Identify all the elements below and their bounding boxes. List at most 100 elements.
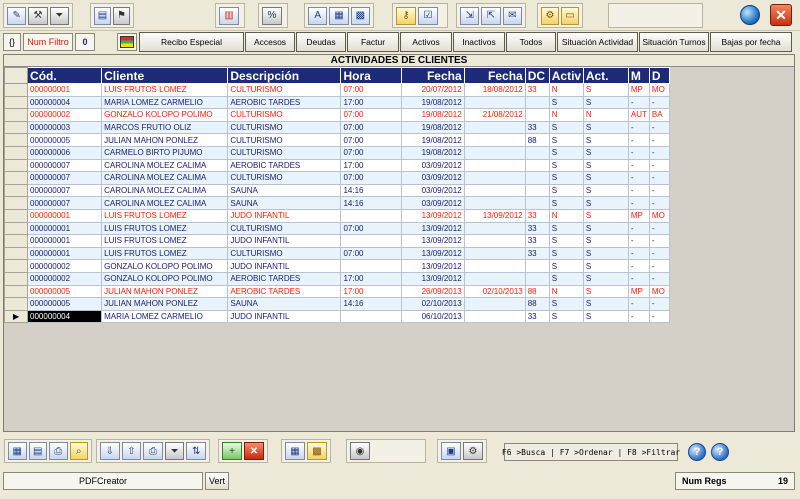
cell-act[interactable]: S <box>582 297 629 311</box>
notes-icon[interactable]: ▭ <box>561 6 579 25</box>
cell-m[interactable]: - <box>627 221 650 236</box>
cell-activ[interactable]: S <box>548 221 584 236</box>
cell-m[interactable]: - <box>627 158 650 173</box>
cell-hora[interactable] <box>340 208 402 223</box>
calendar-icon[interactable]: ▩ <box>350 6 370 25</box>
cell-act[interactable]: S <box>582 221 629 236</box>
cell-m[interactable]: AUT <box>627 108 650 122</box>
cell-descripcion[interactable]: CULTURISMO <box>227 108 342 122</box>
cell-dc[interactable]: 33 <box>524 246 550 261</box>
cell-descripcion[interactable]: CULTURISMO <box>227 83 342 97</box>
table-row[interactable]: 000000001 LUIS FRUTOS LOMEZ JUDO INFANTIL 1… <box>4 234 671 248</box>
cell-descripcion[interactable]: AEROBIC TARDES <box>227 158 342 173</box>
close-icon[interactable]: ✕ <box>770 4 792 26</box>
cell-d[interactable]: - <box>648 145 671 160</box>
cell-dc[interactable] <box>524 171 550 185</box>
cell-descripcion[interactable]: CULTURISMO <box>227 145 342 160</box>
cell-activ[interactable]: S <box>548 120 584 135</box>
cell-cod[interactable]: 000000002 <box>27 259 103 273</box>
situacion-actividad-button[interactable]: Situación Actividad <box>557 32 638 52</box>
table-row[interactable]: 000000005 JULIAN MAHON PONLEZ CULTURISMO 07… <box>4 133 671 147</box>
row-indicator[interactable] <box>4 297 29 311</box>
cell-dc[interactable]: 33 <box>524 120 550 135</box>
row-indicator[interactable] <box>4 145 29 160</box>
table-row[interactable]: 000000002 GONZALO KOLOPO POLIMO AEROBIC TA… <box>4 271 671 286</box>
cell-d[interactable]: - <box>648 271 671 286</box>
cell-m[interactable]: - <box>627 271 650 286</box>
situacion-turnos-button[interactable]: Situación Turnos <box>639 32 709 52</box>
cell-fecha[interactable]: 06/10/2013 <box>400 309 465 324</box>
cell-act[interactable]: S <box>582 183 629 198</box>
cell-activ[interactable]: S <box>548 158 584 173</box>
cell-cliente[interactable]: CAROLINA MOLEZ CALIMA <box>101 158 229 173</box>
cell-m[interactable]: - <box>627 297 650 311</box>
export-icon[interactable]: ⇧ <box>121 442 142 460</box>
cell-activ[interactable]: S <box>548 246 584 261</box>
cell-hora[interactable]: 07:00 <box>340 145 402 160</box>
cell-hora[interactable]: 14:16 <box>340 183 402 198</box>
color-filter-icon[interactable] <box>117 33 137 51</box>
cell-descripcion[interactable]: AEROBIC TARDES <box>227 284 342 299</box>
cell-d[interactable]: - <box>648 221 671 236</box>
cell-d[interactable]: - <box>648 234 671 248</box>
cell-cod[interactable]: 000000001 <box>27 246 103 261</box>
cell-activ[interactable]: N <box>548 108 584 122</box>
cell-m[interactable]: - <box>627 196 650 210</box>
cell-cliente[interactable]: CARMELO BIRTO PIJUMO <box>101 145 229 160</box>
cell-cliente[interactable]: LUIS FRUTOS LOMEZ <box>101 221 229 236</box>
cell-cliente[interactable]: CAROLINA MOLEZ CALIMA <box>101 183 229 198</box>
cell-hora[interactable]: 07:00 <box>340 108 402 122</box>
row-indicator[interactable] <box>4 234 29 248</box>
header-fecha-baja[interactable]: Fecha <box>463 67 526 84</box>
table-row[interactable]: 000000005 JULIAN MAHON PONLEZ SAUNA 14:16 02… <box>4 297 671 311</box>
cell-descripcion[interactable]: SAUNA <box>227 196 342 210</box>
settings-icon[interactable]: ⚙ <box>463 442 483 460</box>
cell-dc[interactable] <box>524 108 550 122</box>
cell-fecha-baja[interactable]: 02/10/2013 <box>463 284 526 299</box>
cell-dc[interactable]: 88 <box>524 133 550 147</box>
recibo-especial-button[interactable]: Recibo Especial <box>139 32 244 52</box>
cell-fecha[interactable]: 13/09/2012 <box>400 259 465 273</box>
cell-fecha[interactable]: 13/09/2012 <box>400 208 465 223</box>
cell-fecha-baja[interactable] <box>463 133 526 147</box>
cell-act[interactable]: S <box>582 145 629 160</box>
cell-fecha[interactable]: 19/08/2012 <box>400 108 465 122</box>
accesos-button[interactable]: Accesos <box>245 32 295 52</box>
cell-act[interactable]: S <box>582 259 629 273</box>
cell-d[interactable]: - <box>648 259 671 273</box>
row-indicator[interactable] <box>4 208 29 223</box>
cell-cod[interactable]: 000000001 <box>27 234 103 248</box>
row-indicator[interactable] <box>4 259 29 273</box>
cell-dc[interactable]: 33 <box>524 208 550 223</box>
cell-fecha-baja[interactable] <box>463 246 526 261</box>
cell-activ[interactable]: S <box>548 234 584 248</box>
todos-button[interactable]: Todos <box>506 32 556 52</box>
keys-icon[interactable]: ⚷ <box>396 6 416 25</box>
cell-fecha[interactable]: 03/09/2012 <box>400 183 465 198</box>
cell-activ[interactable]: N <box>548 208 584 223</box>
filter-icon[interactable]: ⏷ <box>49 6 69 25</box>
cell-act[interactable]: S <box>582 234 629 248</box>
cell-fecha-baja[interactable] <box>463 271 526 286</box>
cell-cliente[interactable]: LUIS FRUTOS LOMEZ <box>101 234 229 248</box>
table-row[interactable]: 000000007 CAROLINA MOLEZ CALIMA SAUNA 14:16… <box>4 196 671 210</box>
cell-act[interactable]: S <box>582 133 629 147</box>
report-icon[interactable]: ▤ <box>94 6 111 25</box>
calculator-icon[interactable]: ▦ <box>285 442 305 460</box>
cell-cod[interactable]: 000000006 <box>27 145 103 160</box>
table-row[interactable]: 000000001 LUIS FRUTOS LOMEZ CULTURISMO 07:0… <box>4 246 671 261</box>
sort-az-icon[interactable]: ⇅ <box>186 442 206 460</box>
import-icon[interactable]: ⇲ <box>460 6 480 25</box>
cell-cliente[interactable]: JULIAN MAHON PONLEZ <box>101 133 229 147</box>
cell-act[interactable]: S <box>582 284 629 299</box>
cell-d[interactable]: - <box>648 95 671 110</box>
cell-dc[interactable] <box>524 183 550 198</box>
cell-act[interactable]: S <box>582 196 629 210</box>
cell-m[interactable]: - <box>627 259 650 273</box>
inactivos-button[interactable]: Inactivos <box>453 32 505 52</box>
table-row[interactable]: 000000004 MARIA LOMEZ CARMELIO AEROBIC TAR… <box>4 95 671 110</box>
camera-icon[interactable]: ◉ <box>350 442 370 460</box>
export-icon[interactable]: ⇱ <box>481 6 501 25</box>
cell-cliente[interactable]: MARCOS FRUTIO OLIZ <box>101 120 229 135</box>
cell-fecha[interactable]: 02/10/2013 <box>400 297 465 311</box>
